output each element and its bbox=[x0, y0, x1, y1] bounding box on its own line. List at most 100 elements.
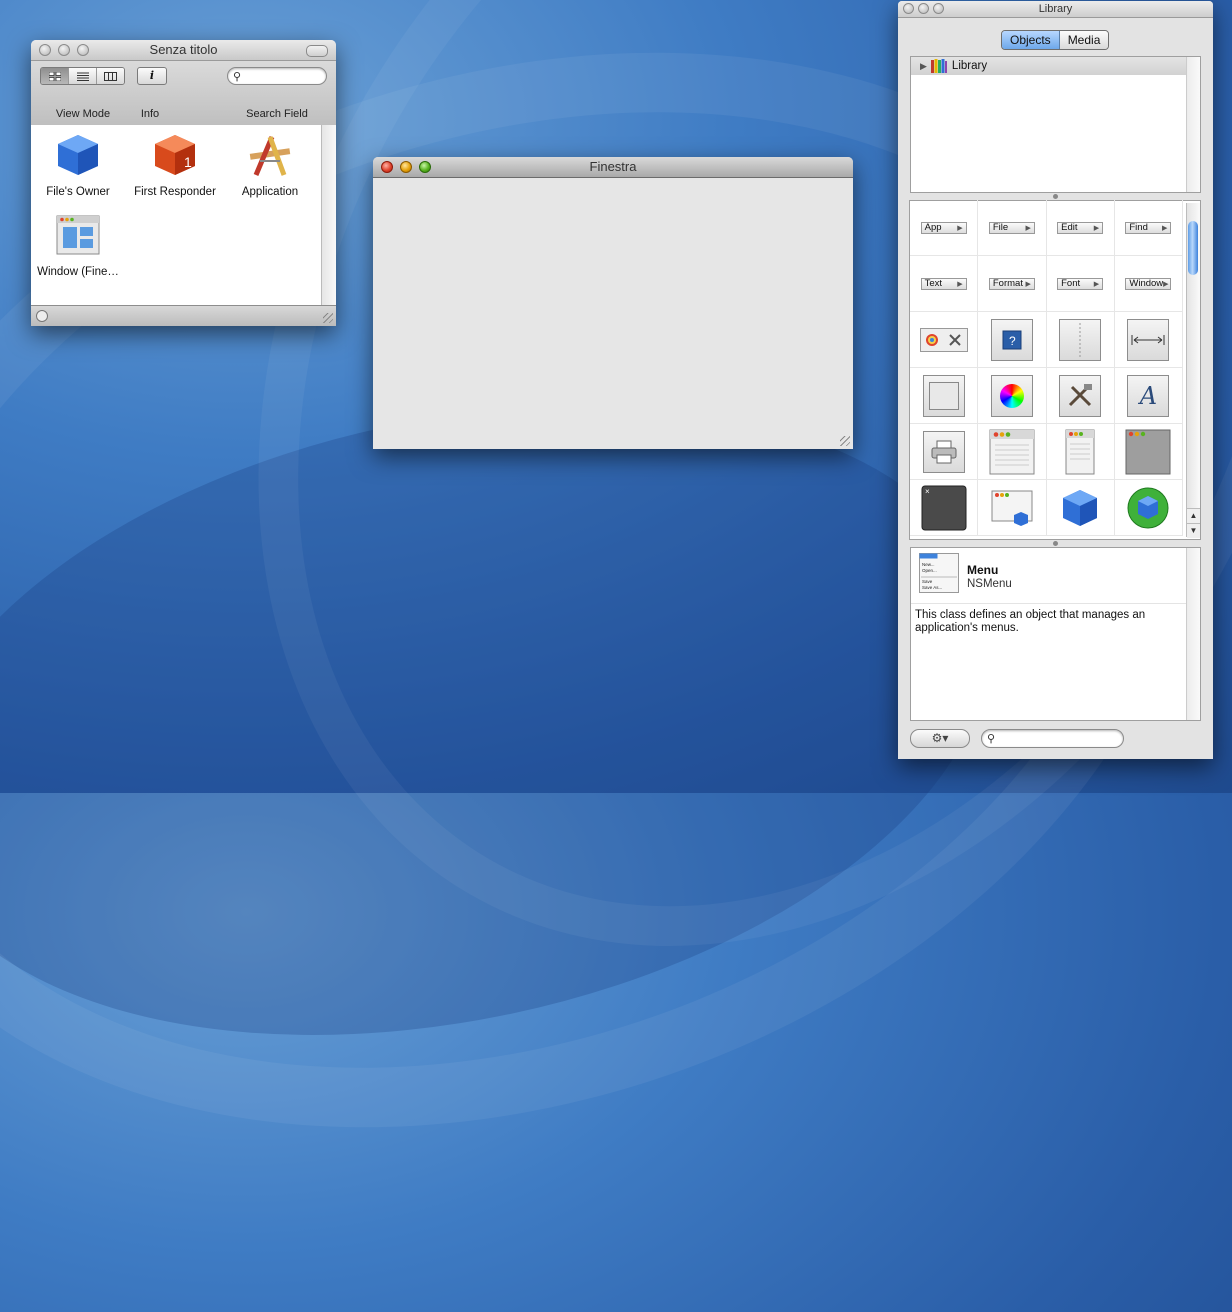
library-tabs[interactable]: Objects Media bbox=[1001, 30, 1110, 50]
object-controller[interactable] bbox=[1114, 480, 1183, 536]
toolbar-toggle-button[interactable] bbox=[306, 45, 328, 57]
action-menu-button[interactable]: ⚙▾ bbox=[910, 729, 970, 748]
application-item[interactable]: Application bbox=[225, 131, 315, 198]
object-font-panel[interactable]: A bbox=[1114, 368, 1183, 424]
object-vertical-separator[interactable] bbox=[1046, 312, 1115, 368]
tab-media[interactable]: Media bbox=[1059, 31, 1109, 49]
view-mode-control[interactable] bbox=[40, 67, 125, 85]
resize-grip-icon[interactable] bbox=[840, 436, 850, 446]
document-toolbar: i ⚲ View Mode Info Search Field bbox=[31, 61, 336, 126]
close-button[interactable] bbox=[903, 3, 914, 14]
tab-objects[interactable]: Objects bbox=[1002, 31, 1060, 49]
library-tree-pane: ▶ Library bbox=[910, 56, 1201, 193]
object-file-menu[interactable]: File ▶ bbox=[978, 200, 1047, 256]
metal-window-icon bbox=[1125, 429, 1171, 474]
textured-window-icon bbox=[989, 429, 1035, 474]
objects-scrollbar[interactable]: ▲ ▼ bbox=[1186, 203, 1200, 538]
font-a-icon: A bbox=[1139, 381, 1158, 410]
svg-text:New...: New... bbox=[922, 562, 935, 567]
object-custom-view[interactable] bbox=[978, 480, 1047, 536]
library-title: Library bbox=[1038, 3, 1073, 15]
object-panel[interactable] bbox=[1046, 424, 1115, 480]
object-window-menu[interactable]: Window ▶ bbox=[1114, 256, 1183, 312]
object-horizontal-spacer[interactable] bbox=[1114, 312, 1183, 368]
hammer-wrench-icon bbox=[1069, 383, 1093, 406]
first-responder-item[interactable]: 1 First Responder bbox=[130, 131, 220, 198]
object-color-panel[interactable] bbox=[978, 368, 1047, 424]
submenu-arrow-icon: ▶ bbox=[957, 224, 963, 232]
object-hud-window[interactable]: × bbox=[910, 480, 979, 536]
help-icon: ? bbox=[1002, 330, 1022, 349]
document-contents: File's Owner 1 First Responder Applicati… bbox=[31, 125, 322, 306]
column-view-button[interactable] bbox=[97, 68, 124, 84]
files-owner-item[interactable]: File's Owner bbox=[33, 131, 123, 198]
panel-icon bbox=[1065, 429, 1095, 474]
object-format-menu[interactable]: Format ▶ bbox=[978, 256, 1047, 312]
library-tree-row[interactable]: ▶ Library bbox=[911, 57, 1200, 75]
submenu-arrow-icon: ▶ bbox=[1163, 280, 1169, 288]
red-cube-icon: 1 bbox=[155, 135, 195, 175]
minimize-button[interactable] bbox=[918, 3, 929, 14]
svg-text:Save As...: Save As... bbox=[922, 585, 942, 590]
detail-description: This class defines an object that manage… bbox=[915, 609, 1146, 634]
search-icon: ⚲ bbox=[987, 733, 996, 745]
library-titlebar[interactable]: Library bbox=[898, 1, 1213, 18]
files-owner-label: File's Owner bbox=[46, 186, 110, 198]
split-handle-icon[interactable] bbox=[1053, 541, 1058, 546]
submenu-arrow-icon: ▶ bbox=[957, 280, 963, 288]
zoom-button[interactable] bbox=[933, 3, 944, 14]
search-field-label: Search Field bbox=[246, 108, 308, 120]
finestra-content[interactable] bbox=[373, 178, 853, 449]
color-wheel-icon bbox=[999, 383, 1024, 408]
object-app-menu[interactable]: App ▶ bbox=[910, 200, 979, 256]
object-find-menu[interactable]: Find ▶ bbox=[1114, 200, 1183, 256]
object-help-button[interactable]: ? bbox=[978, 312, 1047, 368]
printer-icon bbox=[931, 440, 957, 463]
finestra-window: Finestra bbox=[373, 157, 853, 449]
minimize-button[interactable] bbox=[400, 161, 412, 173]
color-tools-icon bbox=[919, 327, 968, 352]
document-title: Senza titolo bbox=[149, 42, 218, 57]
library-search-field[interactable]: ⚲ bbox=[981, 729, 1124, 748]
scroll-up-icon[interactable]: ▲ bbox=[1187, 508, 1200, 523]
blue-cube-icon bbox=[58, 135, 98, 175]
info-icon: i bbox=[149, 69, 155, 82]
svg-text:1: 1 bbox=[184, 154, 192, 170]
tree-scrollbar[interactable] bbox=[1186, 57, 1200, 192]
document-titlebar[interactable]: Senza titolo bbox=[31, 40, 336, 61]
split-handle-icon[interactable] bbox=[1053, 194, 1058, 199]
close-button[interactable] bbox=[381, 161, 393, 173]
finestra-titlebar[interactable]: Finestra bbox=[373, 157, 853, 178]
zoom-button[interactable] bbox=[419, 161, 431, 173]
submenu-arrow-icon: ▶ bbox=[1093, 224, 1100, 232]
window-item[interactable]: Window (Fine… bbox=[33, 211, 123, 278]
zoom-button[interactable] bbox=[77, 44, 89, 56]
objects-scroll-thumb[interactable] bbox=[1188, 221, 1198, 275]
object-text-menu[interactable]: Text ▶ bbox=[910, 256, 979, 312]
info-label: Info bbox=[140, 108, 160, 120]
window-icon bbox=[56, 215, 100, 255]
icon-view-button[interactable] bbox=[41, 68, 69, 84]
disclosure-triangle-icon[interactable]: ▶ bbox=[920, 61, 927, 72]
object-text-window[interactable] bbox=[978, 424, 1047, 480]
object-metal-window[interactable] bbox=[1114, 424, 1183, 480]
object-color-tools[interactable] bbox=[910, 312, 979, 368]
object-box[interactable] bbox=[910, 368, 979, 424]
object-toolbar-tools[interactable] bbox=[1046, 368, 1115, 424]
search-field[interactable]: ⚲ bbox=[227, 67, 327, 85]
list-view-button[interactable] bbox=[69, 68, 97, 84]
object-print[interactable] bbox=[910, 424, 979, 480]
resize-grip-icon[interactable] bbox=[323, 313, 333, 323]
object-font-menu[interactable]: Font ▶ bbox=[1046, 256, 1115, 312]
minimize-button[interactable] bbox=[58, 44, 70, 56]
close-button[interactable] bbox=[39, 44, 51, 56]
detail-scrollbar[interactable] bbox=[1186, 548, 1200, 720]
submenu-arrow-icon: ▶ bbox=[1025, 224, 1031, 232]
document-scrollbar[interactable] bbox=[321, 125, 336, 306]
info-button[interactable]: i bbox=[137, 67, 167, 85]
icon-view-icon bbox=[48, 71, 61, 81]
object-object[interactable] bbox=[1046, 480, 1115, 536]
object-edit-menu[interactable]: Edit ▶ bbox=[1046, 200, 1115, 256]
status-circle-icon[interactable] bbox=[36, 310, 48, 322]
scroll-down-icon[interactable]: ▼ bbox=[1187, 523, 1200, 538]
